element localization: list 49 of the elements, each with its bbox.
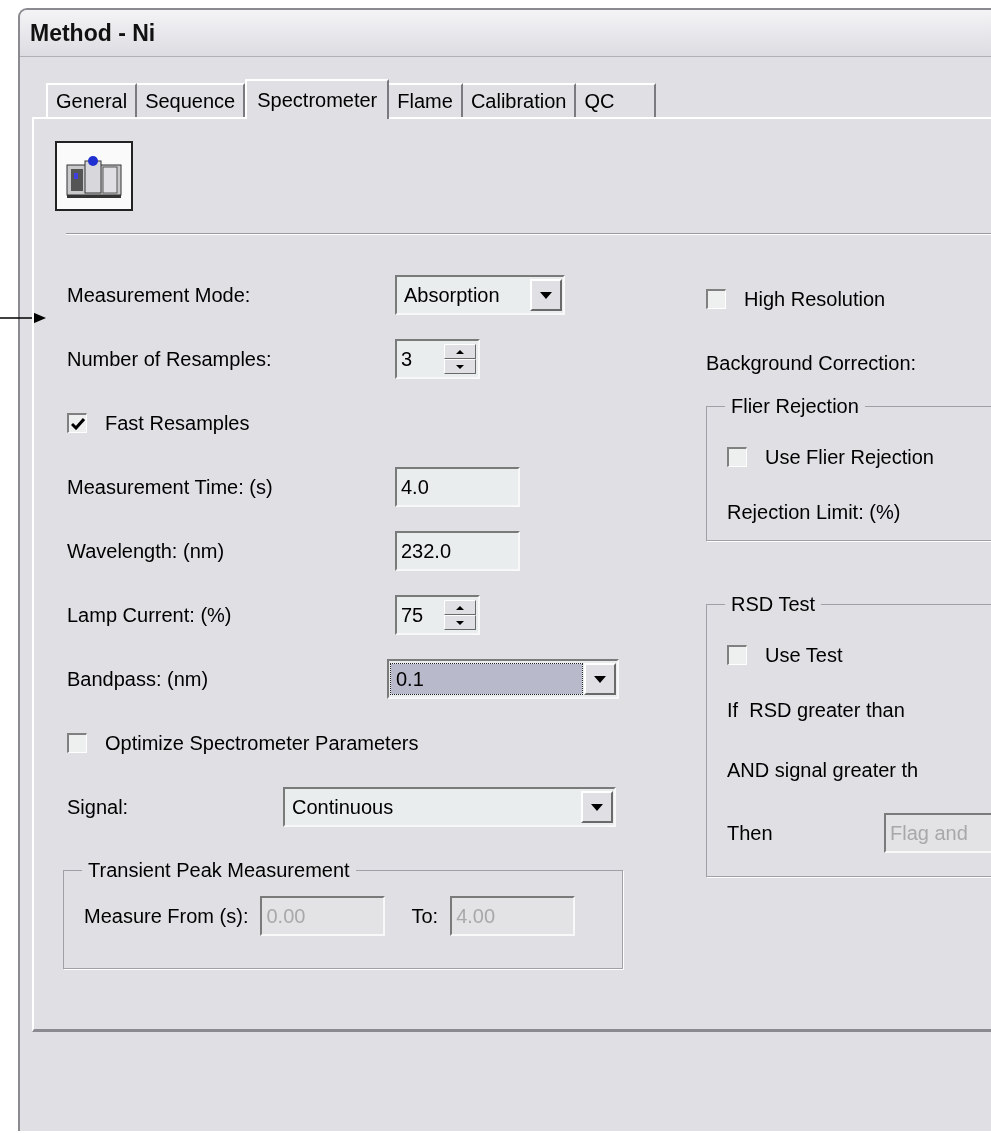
tab[interactable]: Flame xyxy=(389,83,463,117)
caret-icon xyxy=(591,803,603,811)
group-title: Transient Peak Measurement xyxy=(87,859,351,882)
field-label: Measurement Time: (s) xyxy=(67,475,274,499)
dropdown[interactable]: 0.1 xyxy=(387,659,619,699)
checkbox[interactable] xyxy=(67,413,87,433)
checkbox-label: High Resolution xyxy=(744,287,886,311)
input-field[interactable]: 4.0 xyxy=(395,467,520,507)
spectrometer-icon xyxy=(55,141,133,211)
field-label: Number of Resamples: xyxy=(67,347,273,371)
group-title: Flier Rejection xyxy=(730,395,860,418)
checkbox-label: Use Flier Rejection xyxy=(765,445,934,469)
field-label: Rejection Limit: (%) xyxy=(727,500,901,524)
field-label: Measurement Mode: xyxy=(67,283,252,307)
tab[interactable]: QC xyxy=(576,83,657,117)
field-label: Signal: xyxy=(67,795,130,819)
checkbox-label: Use Test xyxy=(765,643,843,667)
tab[interactable]: Calibration xyxy=(462,83,577,117)
spin-up-icon[interactable] xyxy=(456,605,464,610)
caret-icon xyxy=(594,675,606,683)
field-label: AND signal greater th xyxy=(727,758,919,782)
tab[interactable]: Spectrometer xyxy=(245,79,390,119)
field-label: If RSD greater than xyxy=(727,698,905,722)
spinner-field[interactable]: 75 xyxy=(395,595,480,635)
field-label: Wavelength: (nm) xyxy=(67,539,226,563)
spin-up-icon[interactable] xyxy=(456,349,464,354)
tab[interactable]: Sequence xyxy=(137,83,246,117)
checkbox[interactable] xyxy=(727,645,747,665)
group-title: RSD Test xyxy=(730,593,817,616)
spin-down-icon[interactable] xyxy=(456,620,464,625)
field-label: Bandpass: (nm) xyxy=(67,667,210,691)
tab[interactable]: General xyxy=(46,83,138,117)
dropdown[interactable]: Continuous xyxy=(283,787,616,827)
input-field[interactable]: 232.0 xyxy=(395,531,520,571)
checkbox[interactable] xyxy=(67,733,87,753)
window-title: Method - Ni xyxy=(30,19,156,47)
checkbox-label: Fast Resamples xyxy=(105,411,250,435)
field-label: Measure From (s): xyxy=(84,904,249,928)
dropdown[interactable]: Absorption xyxy=(395,275,565,315)
field-label: To: xyxy=(411,904,439,928)
caret-icon xyxy=(540,291,552,299)
field-label: Then xyxy=(727,821,774,845)
checkbox[interactable] xyxy=(727,447,747,467)
spin-down-icon[interactable] xyxy=(456,364,464,369)
field-label: Background Correction: xyxy=(706,351,917,375)
field-label: Lamp Current: (%) xyxy=(67,603,233,627)
checkbox-label: Optimize Spectrometer Parameters xyxy=(105,731,419,755)
checkbox[interactable] xyxy=(706,289,726,309)
spinner-field[interactable]: 3 xyxy=(395,339,480,379)
